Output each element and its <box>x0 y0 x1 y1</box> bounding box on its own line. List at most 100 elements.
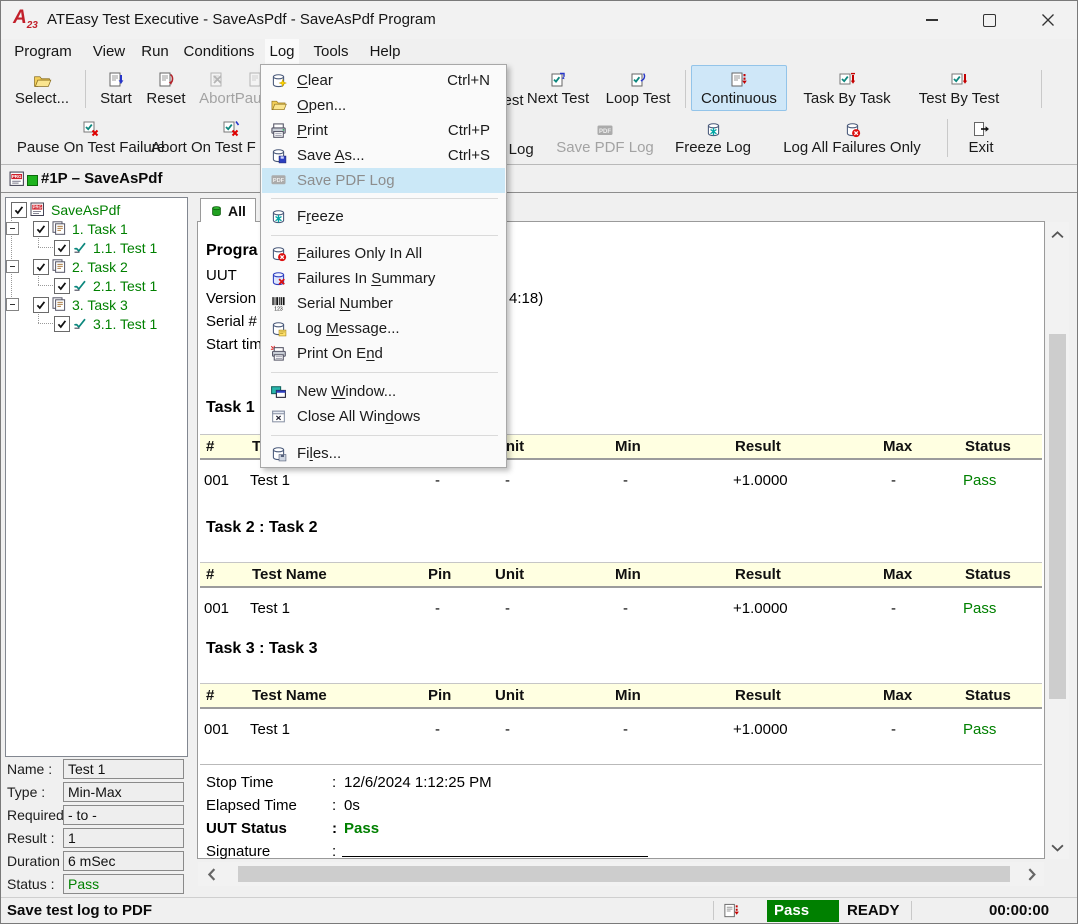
menu-item-close-all-windows[interactable]: Close All Windows <box>262 404 505 429</box>
status-state: READY <box>847 902 900 919</box>
menu-log[interactable]: Log <box>265 39 299 64</box>
tree-item-task1[interactable]: 1. Task 1 <box>33 219 128 238</box>
log-failures-summary-icon <box>270 270 287 287</box>
pause-on-test-failure-button[interactable]: Pause On Test Failure <box>7 115 175 159</box>
log-uut-label: UUT <box>206 267 237 284</box>
menu-conditions[interactable]: Conditions <box>179 39 259 64</box>
scroll-right-arrow[interactable] <box>1020 862 1042 886</box>
task3-heading: Task 3 : Task 3 <box>206 640 317 658</box>
program-caption-text: #1P – SaveAsPdf <box>41 170 162 187</box>
vertical-scrollbar-thumb[interactable] <box>1049 334 1066 699</box>
checkbox-checked-icon[interactable] <box>33 297 49 313</box>
checkbox-checked-icon[interactable] <box>54 240 70 256</box>
scroll-down-arrow[interactable] <box>1046 837 1069 857</box>
menu-run[interactable]: Run <box>137 39 173 64</box>
log-horizontal-scrollbar[interactable] <box>198 862 1044 886</box>
tree-item-task2[interactable]: 2. Task 2 <box>33 257 128 276</box>
menu-separator <box>271 435 498 436</box>
tree-item-task3[interactable]: 3. Task 3 <box>33 295 128 314</box>
log-starttime-label: Start tim <box>206 336 262 353</box>
continuous-icon <box>692 66 786 89</box>
menu-item-new-window[interactable]: New Window... <box>262 379 505 404</box>
log-all-failures-only-button[interactable]: Log All Failures Only <box>763 115 941 159</box>
field-label: Status : <box>7 876 54 892</box>
log-freeze-icon <box>270 208 287 225</box>
field-label: Type : <box>7 784 45 800</box>
menu-item-failures-only-in-all[interactable]: Failures Only In All <box>262 241 505 266</box>
test-by-test-button[interactable]: Test By Test <box>907 66 1011 110</box>
summary-divider <box>200 764 1042 765</box>
menu-item-failures-in-summary[interactable]: Failures In Summary <box>262 266 505 291</box>
reset-button[interactable]: Reset <box>141 66 191 110</box>
checkbox-checked-icon[interactable] <box>33 259 49 275</box>
status-bar: Save test log to PDF Pass READY 00:00:00 <box>1 897 1077 924</box>
menu-view[interactable]: View <box>87 39 131 64</box>
toolbar-run: Select... Start Reset Abort Pause Test N… <box>1 64 1077 113</box>
duration-field: 6 mSec <box>63 851 184 871</box>
log-new-icon <box>270 72 287 89</box>
menu-item-files[interactable]: Files... <box>262 441 505 466</box>
menu-item-serial-number[interactable]: 123 Serial Number <box>262 291 505 316</box>
start-button[interactable]: Start <box>93 66 139 110</box>
tree-item-test2-1[interactable]: 2.1. Test 1 <box>54 276 157 295</box>
save-pdf-log-button[interactable]: PDF Save PDF Log <box>546 115 664 159</box>
minimize-button[interactable] <box>908 1 955 39</box>
menu-item-print[interactable]: Print Ctrl+P <box>262 118 505 143</box>
menu-item-save-pdf-log[interactable]: PDF Save PDF Log <box>262 168 505 193</box>
checkbox-checked-icon[interactable] <box>33 221 49 237</box>
checkbox-checked-icon[interactable] <box>54 316 70 332</box>
loop-test-button[interactable]: Loop Test <box>599 66 677 110</box>
menu-tools[interactable]: Tools <box>307 39 355 64</box>
tab-all[interactable]: All <box>200 198 256 222</box>
log-version-fragment: 4:18) <box>509 290 543 307</box>
tree-item-test3-1[interactable]: 3.1. Test 1 <box>54 314 157 333</box>
checkbox-checked-icon[interactable] <box>54 278 70 294</box>
task-by-task-button[interactable]: Task By Task <box>793 66 901 110</box>
pdf-icon: PDF <box>270 172 287 189</box>
log-database-icon <box>210 204 223 218</box>
uut-status-label: UUT Status <box>206 820 287 837</box>
tree-expander[interactable] <box>6 260 19 273</box>
close-button[interactable] <box>1024 1 1071 39</box>
task-icon <box>52 221 67 236</box>
stop-time-label: Stop Time <box>206 774 274 791</box>
checkbox-checked-icon[interactable] <box>11 202 27 218</box>
task2-heading: Task 2 : Task 2 <box>206 519 317 537</box>
svg-text:PDF: PDF <box>273 178 285 184</box>
menu-item-open[interactable]: Open... <box>262 93 505 118</box>
pause-on-test-failure-icon <box>7 115 175 138</box>
menu-item-clear[interactable]: Clear Ctrl+N <box>262 68 505 93</box>
svg-text:PDF: PDF <box>599 129 611 135</box>
scroll-up-arrow[interactable] <box>1046 224 1069 244</box>
next-test-icon <box>521 66 595 89</box>
select-program-button[interactable]: Select... <box>7 66 77 110</box>
horizontal-scrollbar-thumb[interactable] <box>238 866 1010 882</box>
next-test-button[interactable]: Next Test <box>521 66 595 110</box>
freeze-log-button[interactable]: Freeze Log <box>669 115 757 159</box>
menu-item-save-as[interactable]: Save As... Ctrl+S <box>262 143 505 168</box>
tree-expander[interactable] <box>6 222 19 235</box>
tree-connector <box>38 323 53 324</box>
maximize-button[interactable] <box>966 1 1013 39</box>
scroll-left-arrow[interactable] <box>200 862 222 886</box>
menu-bar: Program View Run Conditions Log Tools He… <box>1 39 1077 64</box>
field-label: Result : <box>7 830 54 846</box>
tree-item-program[interactable]: PRG SaveAsPdf <box>11 200 120 219</box>
tree-item-test1-1[interactable]: 1.1. Test 1 <box>54 238 157 257</box>
test-icon <box>73 279 88 292</box>
menu-item-print-on-end[interactable]: Print On End <box>262 341 505 366</box>
exit-button[interactable]: Exit <box>953 115 1009 159</box>
tree-expander[interactable] <box>6 298 19 311</box>
menu-help[interactable]: Help <box>363 39 407 64</box>
task-icon <box>52 259 67 274</box>
log-vertical-scrollbar[interactable] <box>1046 222 1069 859</box>
log-menu-popup: Clear Ctrl+N Open... Print Ctrl+P Save A… <box>260 64 507 468</box>
menu-item-log-message[interactable]: Log Message... <box>262 316 505 341</box>
field-label: Required <box>7 807 64 823</box>
task1-heading: Task 1 <box>206 399 255 417</box>
menu-program[interactable]: Program <box>9 39 77 64</box>
menu-item-freeze[interactable]: Freeze <box>262 204 505 229</box>
tree-connector <box>38 247 53 248</box>
log-failures-icon <box>270 245 287 262</box>
continuous-button[interactable]: Continuous <box>691 65 787 111</box>
